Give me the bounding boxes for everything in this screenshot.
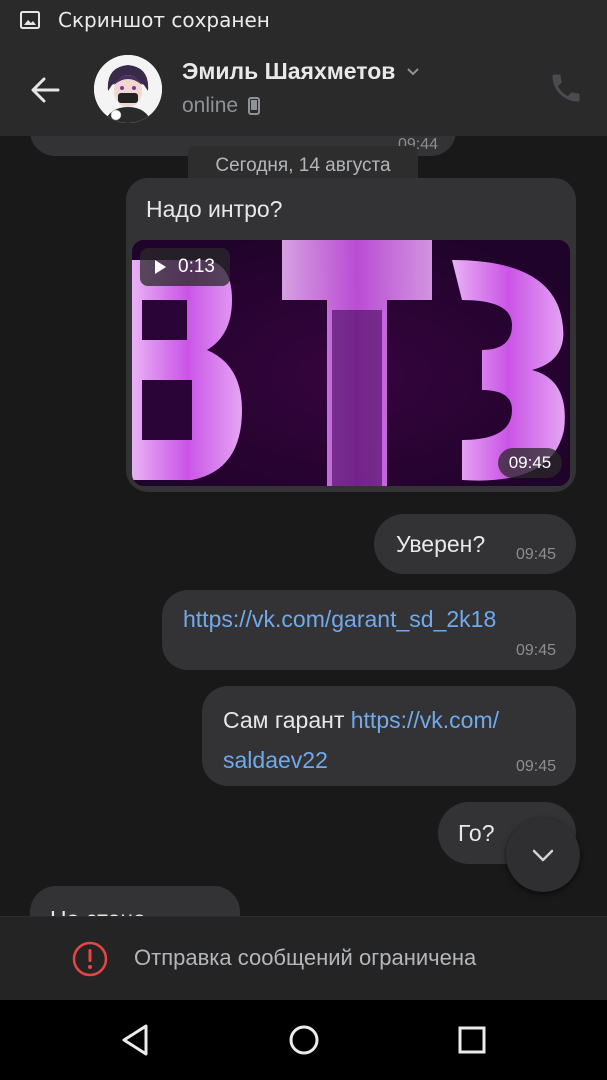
back-triangle-icon[interactable]	[116, 1020, 156, 1060]
image-icon	[20, 11, 40, 29]
restriction-text: Отправка сообщений ограничена	[134, 945, 477, 970]
avatar[interactable]	[94, 55, 162, 123]
message-time: 09:45	[515, 758, 556, 775]
message-bubble[interactable]: Сам гарант https://vk.com/ saldaev22 09:…	[202, 686, 576, 786]
video-duration-badge: 0:13	[140, 248, 230, 286]
video-thumbnail[interactable]: 0:13 09:45	[132, 240, 570, 486]
online-status: online	[182, 94, 239, 117]
message-link[interactable]: https://vk.com/	[351, 707, 499, 733]
message-list[interactable]: 09:44 Сегодня, 14 августа Надо интро? 0:…	[0, 136, 607, 916]
message-restriction-bar: Отправка сообщений ограничена	[0, 916, 607, 1000]
back-arrow-icon[interactable]	[24, 70, 64, 110]
message-bubble[interactable]: https://vk.com/garant_sd_2k18 09:45	[162, 590, 576, 670]
video-time-badge: 09:45	[498, 448, 562, 478]
android-nav-bar	[0, 1000, 607, 1080]
mobile-phone-icon	[248, 97, 261, 115]
play-icon	[155, 260, 166, 274]
message-bubble-partial: На стене	[30, 886, 240, 916]
message-text: На стене	[50, 906, 146, 916]
video-message-bubble[interactable]: Надо интро? 0:13 09:45	[126, 178, 576, 492]
chevron-down-icon[interactable]	[405, 64, 421, 80]
message-text: Го?	[458, 820, 495, 846]
message-time: 09:45	[515, 642, 556, 659]
chat-header: Эмиль Шаяхметов online	[0, 40, 607, 136]
message-text: Сам гарант	[223, 707, 351, 733]
message-text: Уверен?	[396, 531, 486, 557]
message-link-continued[interactable]: saldaev22	[223, 747, 328, 773]
phone-icon[interactable]	[548, 70, 584, 106]
recents-square-icon[interactable]	[452, 1020, 492, 1060]
warning-icon	[72, 941, 108, 977]
chevron-down-icon	[532, 849, 554, 862]
status-bar: Скриншот сохранен	[0, 0, 607, 40]
home-circle-icon[interactable]	[284, 1020, 324, 1060]
scroll-down-button[interactable]	[506, 818, 580, 892]
message-time: 09:45	[515, 546, 556, 563]
video-duration: 0:13	[178, 256, 215, 277]
message-bubble[interactable]: Уверен? 09:45	[374, 514, 576, 574]
message-link[interactable]: https://vk.com/garant_sd_2k18	[183, 606, 496, 633]
contact-name[interactable]: Эмиль Шаяхметов	[182, 58, 395, 85]
message-text: Надо интро?	[146, 196, 283, 222]
screenshot-saved-notification: Скриншот сохранен	[58, 8, 270, 32]
